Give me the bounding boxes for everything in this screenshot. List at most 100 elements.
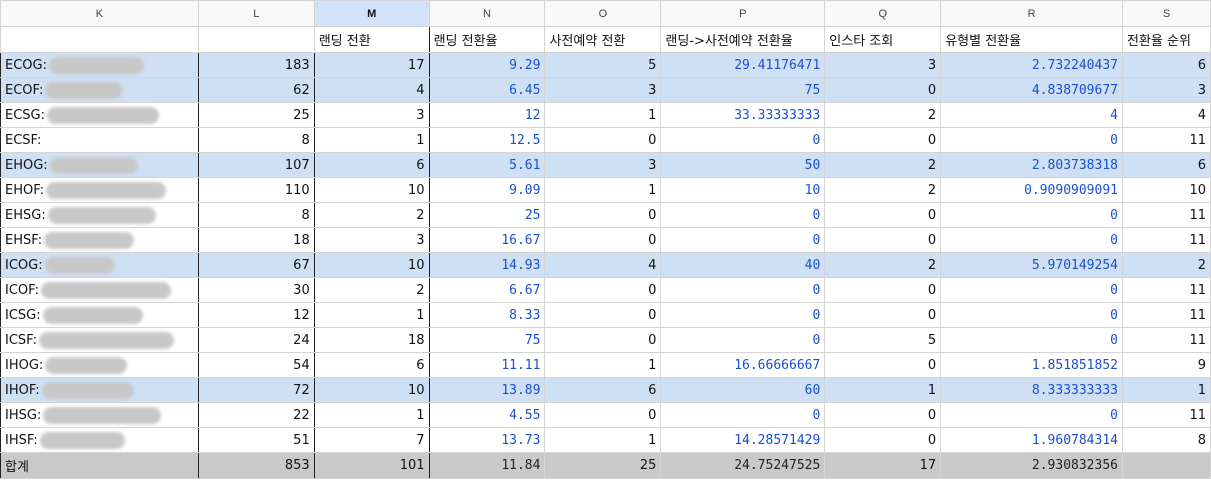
- cell-landing-conversion[interactable]: 17: [313, 52, 430, 78]
- cell-landing-conversion-rate[interactable]: 4.55: [428, 402, 546, 428]
- cell-conversion-rank[interactable]: 11: [1121, 302, 1211, 328]
- cell-landing-conversion[interactable]: 2: [313, 277, 430, 303]
- cell-landing-conversion[interactable]: 3: [313, 102, 430, 128]
- header-instagram-views[interactable]: 인스타 조회: [824, 26, 942, 53]
- cell-conversion-rank[interactable]: 8: [1121, 427, 1211, 453]
- cell-landing-to-preorder-rate[interactable]: 0: [660, 227, 826, 253]
- header-conversion-rank[interactable]: 전환율 순위: [1121, 26, 1211, 53]
- cell-type-conversion-rate[interactable]: 0: [940, 202, 1123, 228]
- cell-conversion-rank[interactable]: 6: [1121, 52, 1211, 78]
- cell-preorder-conversion[interactable]: 1: [544, 177, 662, 203]
- cell-type-conversion-rate[interactable]: 1.851851852: [940, 352, 1123, 378]
- cell-landing-conversion[interactable]: 1: [313, 302, 430, 328]
- cell-type-conversion-rate[interactable]: 0: [940, 227, 1123, 253]
- cell-label[interactable]: IHSF:: [0, 427, 199, 453]
- cell-visitors[interactable]: 24: [197, 327, 315, 353]
- cell-visitors[interactable]: 22: [197, 402, 315, 428]
- header-landing-conversion[interactable]: 랜딩 전환: [313, 26, 430, 53]
- cell-label[interactable]: IHOG:: [0, 352, 199, 378]
- cell-instagram-views[interactable]: 2: [824, 177, 942, 203]
- cell-instagram-views[interactable]: 2: [824, 152, 942, 178]
- cell-landing-to-preorder-rate[interactable]: 40: [660, 252, 826, 278]
- cell-type-conversion-rate[interactable]: 2.732240437: [940, 52, 1123, 78]
- cell-label[interactable]: ECSG:: [0, 102, 199, 128]
- cell-landing-to-preorder-rate[interactable]: 50: [660, 152, 826, 178]
- cell-instagram-views[interactable]: 0: [824, 402, 942, 428]
- cell-type-conversion-rate[interactable]: 2.930832356: [940, 452, 1123, 479]
- cell-landing-conversion-rate[interactable]: 16.67: [428, 227, 546, 253]
- cell-landing-conversion-rate[interactable]: 14.93: [428, 252, 546, 278]
- cell-landing-conversion[interactable]: 4: [313, 77, 430, 103]
- cell-landing-conversion[interactable]: 2: [313, 202, 430, 228]
- cell-label[interactable]: EHSF:: [0, 227, 199, 253]
- cell-conversion-rank[interactable]: 11: [1121, 327, 1211, 353]
- header-preorder-conversion[interactable]: 사전예약 전환: [544, 26, 662, 53]
- cell-preorder-conversion[interactable]: 0: [544, 402, 662, 428]
- cell-visitors[interactable]: 12: [197, 302, 315, 328]
- cell-landing-conversion-rate[interactable]: 11.11: [428, 352, 546, 378]
- cell-landing-conversion[interactable]: 18: [313, 327, 430, 353]
- cell-landing-to-preorder-rate[interactable]: 0: [660, 402, 826, 428]
- cell-label[interactable]: EHSG:: [0, 202, 199, 228]
- column-header-o[interactable]: O: [544, 0, 662, 27]
- cell-preorder-conversion[interactable]: 3: [544, 77, 662, 103]
- cell-visitors[interactable]: 18: [197, 227, 315, 253]
- cell-instagram-views[interactable]: 2: [824, 102, 942, 128]
- cell-l-header[interactable]: [197, 26, 315, 53]
- cell-visitors[interactable]: 183: [197, 52, 315, 78]
- cell-landing-to-preorder-rate[interactable]: 33.33333333: [660, 102, 826, 128]
- cell-instagram-views[interactable]: 0: [824, 127, 942, 153]
- cell-landing-conversion[interactable]: 3: [313, 227, 430, 253]
- column-header-r[interactable]: R: [940, 0, 1123, 27]
- cell-conversion-rank[interactable]: 2: [1121, 252, 1211, 278]
- cell-conversion-rank[interactable]: 3: [1121, 77, 1211, 103]
- cell-type-conversion-rate[interactable]: 4.838709677: [940, 77, 1123, 103]
- cell-k-header[interactable]: [0, 26, 199, 53]
- cell-type-conversion-rate[interactable]: 0: [940, 302, 1123, 328]
- cell-landing-conversion-rate[interactable]: 6.67: [428, 277, 546, 303]
- cell-preorder-conversion[interactable]: 5: [544, 52, 662, 78]
- header-landing-to-preorder-rate[interactable]: 랜딩->사전예약 전환율: [660, 26, 826, 53]
- cell-conversion-rank[interactable]: [1121, 452, 1211, 479]
- cell-landing-to-preorder-rate[interactable]: 14.28571429: [660, 427, 826, 453]
- column-header-m[interactable]: M: [313, 0, 430, 27]
- cell-visitors[interactable]: 107: [197, 152, 315, 178]
- cell-visitors[interactable]: 51: [197, 427, 315, 453]
- cell-instagram-views[interactable]: 0: [824, 352, 942, 378]
- cell-visitors[interactable]: 8: [197, 202, 315, 228]
- cell-landing-to-preorder-rate[interactable]: 29.41176471: [660, 52, 826, 78]
- cell-landing-conversion-rate[interactable]: 75: [428, 327, 546, 353]
- cell-landing-conversion[interactable]: 101: [313, 452, 430, 479]
- cell-landing-conversion-rate[interactable]: 9.09: [428, 177, 546, 203]
- cell-label[interactable]: ECSF:: [0, 127, 199, 153]
- cell-visitors[interactable]: 8: [197, 127, 315, 153]
- cell-preorder-conversion[interactable]: 1: [544, 352, 662, 378]
- cell-instagram-views[interactable]: 0: [824, 227, 942, 253]
- cell-preorder-conversion[interactable]: 0: [544, 127, 662, 153]
- cell-preorder-conversion[interactable]: 0: [544, 227, 662, 253]
- cell-label[interactable]: EHOG:: [0, 152, 199, 178]
- cell-label[interactable]: EHOF:: [0, 177, 199, 203]
- cell-landing-to-preorder-rate[interactable]: 24.75247525: [660, 452, 826, 479]
- cell-label[interactable]: ECOG:: [0, 52, 199, 78]
- cell-landing-to-preorder-rate[interactable]: 0: [660, 302, 826, 328]
- cell-type-conversion-rate[interactable]: 1.960784314: [940, 427, 1123, 453]
- cell-landing-conversion-rate[interactable]: 11.84: [428, 452, 546, 479]
- cell-instagram-views[interactable]: 0: [824, 77, 942, 103]
- cell-landing-conversion[interactable]: 7: [313, 427, 430, 453]
- cell-type-conversion-rate[interactable]: 0: [940, 277, 1123, 303]
- cell-visitors[interactable]: 110: [197, 177, 315, 203]
- cell-instagram-views[interactable]: 0: [824, 277, 942, 303]
- cell-landing-conversion[interactable]: 10: [313, 177, 430, 203]
- cell-landing-conversion[interactable]: 1: [313, 402, 430, 428]
- cell-landing-conversion-rate[interactable]: 8.33: [428, 302, 546, 328]
- cell-landing-conversion[interactable]: 1: [313, 127, 430, 153]
- cell-preorder-conversion[interactable]: 0: [544, 202, 662, 228]
- header-landing-conversion-rate[interactable]: 랜딩 전환율: [428, 26, 546, 53]
- cell-landing-conversion-rate[interactable]: 12: [428, 102, 546, 128]
- cell-conversion-rank[interactable]: 11: [1121, 127, 1211, 153]
- column-header-q[interactable]: Q: [824, 0, 942, 27]
- cell-conversion-rank[interactable]: 11: [1121, 202, 1211, 228]
- cell-instagram-views[interactable]: 0: [824, 302, 942, 328]
- cell-type-conversion-rate[interactable]: 4: [940, 102, 1123, 128]
